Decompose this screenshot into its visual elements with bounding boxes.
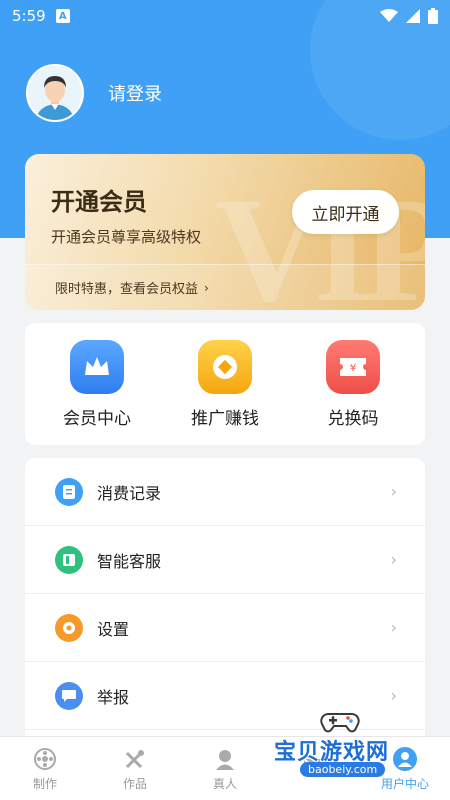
tab-label: 真人 — [212, 776, 237, 791]
quick-action-promote[interactable]: 推广赚钱 — [170, 339, 280, 429]
quick-action-label: 兑换码 — [327, 408, 379, 429]
menu-item-label: 设置 — [97, 619, 130, 639]
person-icon — [212, 746, 238, 772]
quick-actions: 会员中心 推广赚钱 ¥ 兑换码 — [25, 323, 425, 445]
tab-real-person[interactable]: 真人 — [180, 737, 270, 800]
menu-item-label: 举报 — [97, 687, 130, 707]
vip-title: 开通会员 — [51, 188, 147, 216]
chevron-right-icon: › — [390, 550, 397, 569]
battery-icon — [428, 8, 438, 24]
menu-item-purchase-history[interactable]: 消费记录 › — [25, 458, 425, 526]
gamepad-icon — [320, 713, 360, 733]
gear-icon — [55, 613, 83, 642]
watermark-url: baobeiy.com — [300, 762, 386, 777]
vip-subtitle: 开通会员尊享高级特权 — [51, 228, 202, 246]
report-icon — [55, 681, 83, 710]
vip-card[interactable]: VIP 开通会员 开通会员尊享高级特权 立即开通 限时特惠，查看会员权益 › — [25, 154, 425, 310]
quick-action-redeem[interactable]: ¥ 兑换码 — [298, 339, 408, 429]
chevron-right-icon: › — [390, 686, 397, 705]
quick-action-vip-center[interactable]: 会员中心 — [42, 339, 152, 429]
settings-menu: 消费记录 › 智能客服 › 设置 › 举报 › — [25, 458, 425, 748]
site-watermark: 宝贝游戏网 baobeiy.com — [272, 706, 442, 790]
chevron-right-icon: › — [204, 280, 209, 295]
chevron-right-icon: › — [390, 618, 397, 637]
avatar-icon — [28, 66, 82, 120]
menu-item-settings[interactable]: 设置 › — [25, 594, 425, 662]
notification-icon: A — [55, 9, 70, 23]
tab-create[interactable]: 制作 — [0, 737, 90, 800]
quick-action-label: 推广赚钱 — [191, 408, 259, 429]
status-time: 5:59 — [12, 7, 46, 25]
crown-icon — [70, 339, 124, 394]
film-reel-icon — [32, 746, 58, 772]
ticket-icon: ¥ — [326, 339, 380, 394]
menu-item-label: 智能客服 — [97, 551, 162, 571]
chevron-right-icon: › — [390, 482, 397, 501]
vip-benefits-link[interactable]: 限时特惠，查看会员权益 › — [25, 264, 425, 310]
quick-action-label: 会员中心 — [63, 408, 131, 429]
tab-label: 制作 — [32, 776, 57, 791]
tab-works[interactable]: 作品 — [90, 737, 180, 800]
service-icon — [55, 545, 83, 574]
login-prompt[interactable]: 请登录 — [108, 80, 162, 106]
avatar[interactable] — [26, 64, 84, 122]
menu-item-label: 消费记录 — [97, 483, 162, 503]
tools-icon — [122, 746, 148, 772]
signal-icon — [406, 9, 420, 23]
coin-icon — [198, 339, 252, 394]
tab-label: 作品 — [122, 776, 147, 791]
activate-vip-button[interactable]: 立即开通 — [292, 190, 399, 234]
wifi-icon — [380, 9, 398, 22]
status-bar: 5:59 A — [0, 0, 450, 32]
receipt-icon — [55, 477, 83, 506]
svg-text:¥: ¥ — [350, 363, 356, 374]
vip-footer-label: 限时特惠，查看会员权益 — [55, 282, 199, 297]
menu-item-customer-service[interactable]: 智能客服 › — [25, 526, 425, 594]
profile-header[interactable]: 请登录 — [26, 64, 162, 122]
